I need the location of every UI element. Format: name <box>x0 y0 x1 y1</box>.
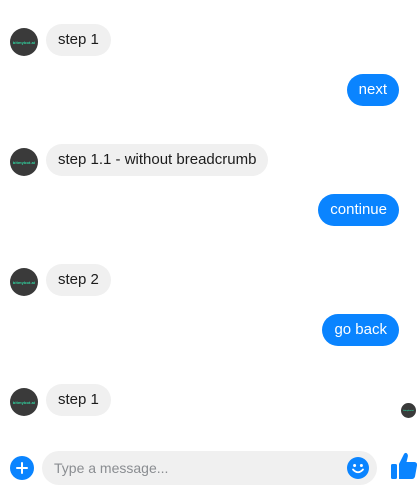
like-button[interactable] <box>390 451 418 481</box>
bot-avatar: bitmybot.ai <box>10 28 38 56</box>
user-message-bubble: go back <box>322 314 399 346</box>
bot-message-bubble: step 1 <box>46 384 111 416</box>
bot-avatar: bitmybot.ai <box>10 388 38 416</box>
message-input[interactable] <box>54 451 334 485</box>
chat-window: bitmybot.ai step 1 next bitmybot.ai step… <box>0 0 420 494</box>
add-attachment-button[interactable] <box>10 456 34 480</box>
bot-message-bubble: step 2 <box>46 264 111 296</box>
smiley-icon <box>347 457 369 479</box>
message-input-container <box>42 451 377 485</box>
bot-avatar: bitmybot.ai <box>10 148 38 176</box>
bot-logo: bitmybot.ai <box>12 159 36 165</box>
plus-icon <box>16 462 28 474</box>
bot-logo: bitmybot.ai <box>12 39 36 45</box>
emoji-button[interactable] <box>347 457 369 479</box>
seen-avatar-logo: bitmybot.ai <box>403 409 414 412</box>
seen-avatar: bitmybot.ai <box>401 403 416 418</box>
user-message-bubble: next <box>346 74 399 106</box>
bot-message-bubble: step 1 <box>46 24 111 56</box>
thumbs-up-icon <box>391 452 418 479</box>
bot-message-bubble: step 1.1 - without breadcrumb <box>46 144 269 176</box>
message-composer <box>0 448 420 488</box>
user-message-bubble: continue <box>318 194 399 226</box>
bot-avatar: bitmybot.ai <box>10 268 38 296</box>
bot-logo: bitmybot.ai <box>12 399 36 405</box>
bot-logo: bitmybot.ai <box>12 279 36 285</box>
